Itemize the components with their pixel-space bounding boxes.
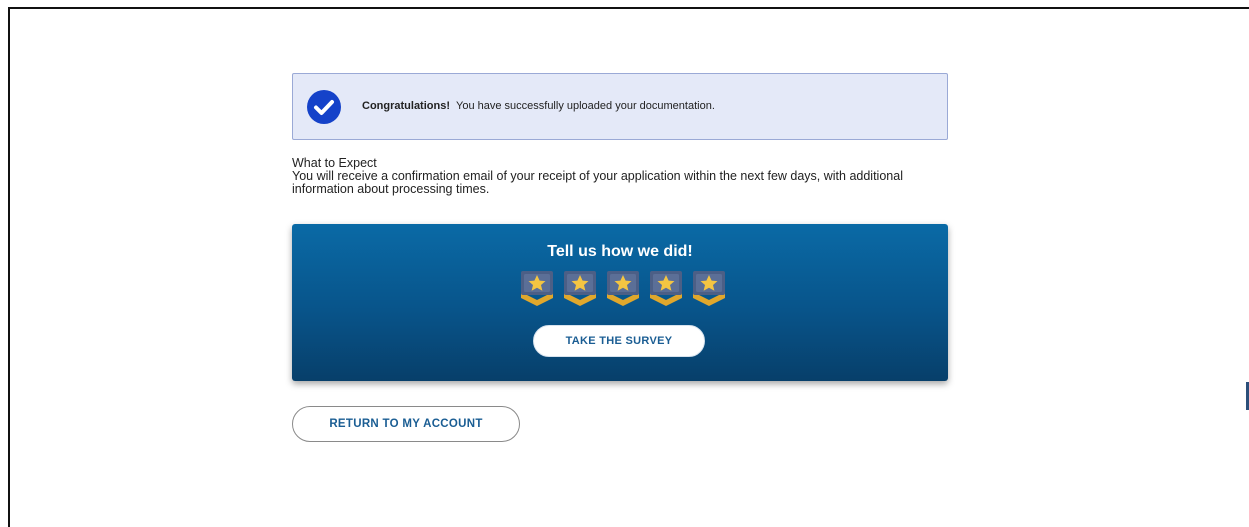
success-alert: Congratulations! You have successfully up… xyxy=(292,73,948,140)
take-survey-button[interactable]: TAKE THE SURVEY xyxy=(533,325,705,357)
alert-strong: Congratulations! xyxy=(362,100,450,112)
star-badge-icon xyxy=(521,271,553,306)
alert-message: Congratulations! You have successfully up… xyxy=(362,100,715,112)
star-badge-icon xyxy=(650,271,682,306)
star-badge-icon xyxy=(564,271,596,306)
check-circle-icon xyxy=(307,90,341,124)
what-to-expect: What to Expect You will receive a confir… xyxy=(292,157,962,196)
survey-card: Tell us how we did! TAKE THE SURVEY xyxy=(292,224,948,381)
survey-title: Tell us how we did! xyxy=(547,243,693,260)
alert-body: You have successfully uploaded your docu… xyxy=(456,100,715,112)
star-badge-icon xyxy=(607,271,639,306)
rating-badges xyxy=(518,270,728,306)
star-badge-icon xyxy=(693,271,725,306)
return-to-account-button[interactable]: RETURN TO MY ACCOUNT xyxy=(292,406,520,442)
expect-body: You will receive a confirmation email of… xyxy=(292,169,903,196)
